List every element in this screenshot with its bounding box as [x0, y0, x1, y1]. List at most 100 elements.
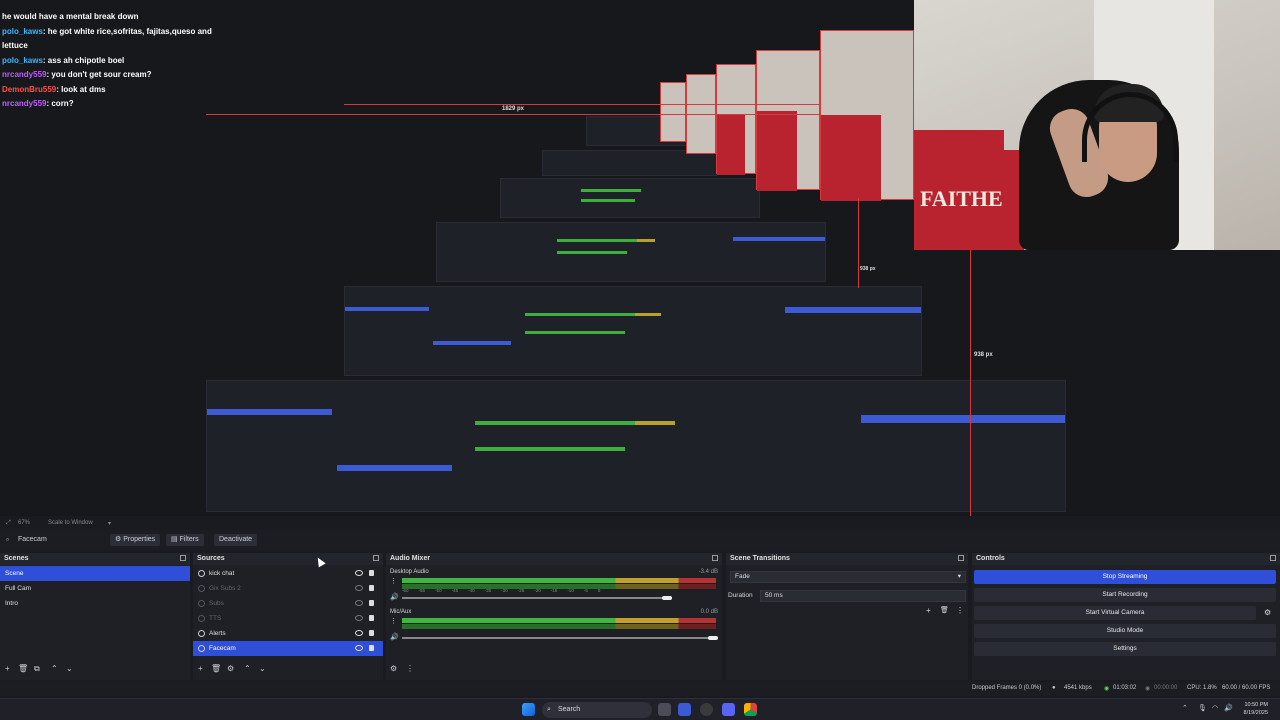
chevron-down-icon[interactable]: ▾	[108, 520, 111, 527]
zoom-mode[interactable]: Scale to Window	[48, 520, 93, 526]
trash-icon[interactable]: 🗑	[940, 606, 949, 614]
scene-item[interactable]: Intro	[0, 596, 190, 611]
source-label: Facecam	[209, 645, 236, 652]
tray-chevron-icon[interactable]: ⌃	[1182, 704, 1188, 712]
dock-popout-icon[interactable]	[958, 555, 964, 561]
kebab-menu-icon[interactable]: ⋮	[390, 577, 397, 585]
volume-slider[interactable]	[402, 637, 718, 639]
duration-input[interactable]: 50 ms	[760, 590, 966, 602]
stop-streaming-button[interactable]: Stop Streaming	[974, 570, 1276, 584]
windows-start-icon[interactable]	[522, 703, 535, 716]
move-down-icon[interactable]: ⌄	[66, 664, 73, 673]
wifi-icon[interactable]: ◠	[1212, 704, 1218, 712]
stream-time: 01:03:02	[1113, 685, 1137, 691]
source-item[interactable]: Gix Subs 2	[193, 581, 383, 596]
source-item[interactable]: TTS	[193, 611, 383, 626]
kebab-menu-icon[interactable]: ⋮	[406, 664, 414, 673]
taskbar-clock[interactable]: 10:50 PM 8/19/2025	[1244, 701, 1268, 717]
visibility-eye-icon[interactable]	[355, 600, 363, 606]
lock-icon[interactable]	[369, 645, 374, 651]
add-transition-icon[interactable]: +	[926, 606, 931, 615]
filter-icon[interactable]: ⧉	[34, 664, 40, 674]
zoom-icon[interactable]: ⤢	[6, 520, 11, 527]
lock-icon[interactable]	[369, 570, 374, 576]
trash-icon[interactable]: 🗑	[18, 664, 28, 673]
sources-header: Sources	[193, 553, 383, 565]
visibility-eye-icon[interactable]	[355, 630, 363, 636]
transition-type-select[interactable]: Fade ▾	[730, 571, 966, 583]
discord-icon[interactable]	[722, 703, 735, 716]
webcam-echo	[756, 50, 820, 191]
source-item[interactable]: Facecam	[193, 641, 383, 656]
visibility-eye-icon[interactable]	[355, 570, 363, 576]
volume-slider-knob[interactable]	[662, 596, 672, 600]
lock-icon[interactable]	[369, 600, 374, 606]
volume-meter	[402, 618, 716, 623]
scene-transitions-dock: Scene Transitions Fade ▾ Duration 50 ms +…	[726, 553, 968, 680]
duration-value: 50 ms	[765, 592, 783, 599]
kebab-menu-icon[interactable]: ⋮	[390, 617, 397, 625]
measure-line	[858, 198, 859, 288]
microphone-icon[interactable]: 🎙	[1198, 704, 1207, 712]
taskbar-search[interactable]: ⌕ Search	[542, 702, 652, 718]
obs-icon[interactable]	[700, 703, 713, 716]
sources-title: Sources	[197, 555, 225, 562]
status-bar: Dropped Frames 0 (0.0%) ● 4541 kbps ◉ 01…	[0, 682, 1280, 696]
zoom-value[interactable]: 67%	[18, 520, 30, 526]
volume-icon[interactable]: 🔊	[1224, 704, 1233, 712]
chrome-icon[interactable]	[744, 703, 757, 716]
move-down-icon[interactable]: ⌄	[259, 664, 266, 673]
start-recording-button[interactable]: Start Recording	[974, 588, 1276, 602]
task-view-icon[interactable]	[658, 703, 671, 716]
nested-preview-1	[206, 380, 1066, 512]
source-label: Alerts	[209, 630, 226, 637]
visibility-eye-icon[interactable]	[355, 585, 363, 591]
dock-popout-icon[interactable]	[180, 555, 186, 561]
gear-icon[interactable]: ⚙	[227, 664, 234, 673]
volume-slider-knob[interactable]	[708, 636, 718, 640]
move-up-icon[interactable]: ⌃	[244, 664, 251, 673]
filters-label: Filters	[179, 536, 199, 543]
studio-mode-button[interactable]: Studio Mode	[974, 624, 1276, 638]
filters-button[interactable]: ▤ Filters	[166, 534, 204, 546]
gear-icon[interactable]: ⚙	[1264, 606, 1271, 620]
speaker-icon[interactable]: 🔊	[390, 593, 399, 601]
lock-icon[interactable]	[369, 615, 374, 621]
app-icon[interactable]	[678, 703, 691, 716]
channel-db: -3.4 dB	[698, 569, 718, 575]
fps: 60.00 / 60.00 FPS	[1222, 685, 1271, 691]
source-label: kick chat	[209, 570, 235, 577]
start-virtual-camera-button[interactable]: Start Virtual Camera	[974, 606, 1256, 620]
settings-button[interactable]: Settings	[974, 642, 1276, 656]
transitions-header: Scene Transitions	[726, 553, 968, 565]
kebab-menu-icon[interactable]: ⋮	[956, 606, 964, 615]
speaker-icon[interactable]: 🔊	[390, 633, 399, 641]
nested-preview-3	[436, 222, 826, 282]
source-item[interactable]: Subs	[193, 596, 383, 611]
source-icon	[198, 615, 205, 622]
chat-user: DemonBru559	[2, 84, 57, 94]
scene-item[interactable]: Scene	[0, 566, 190, 581]
add-icon[interactable]: +	[5, 664, 10, 673]
visibility-eye-icon[interactable]	[355, 615, 363, 621]
volume-meter	[402, 624, 716, 629]
filter-icon: ▤	[171, 536, 178, 543]
dock-popout-icon[interactable]	[1270, 555, 1276, 561]
deactivate-button[interactable]: Deactivate	[214, 534, 258, 546]
visibility-eye-icon[interactable]	[355, 645, 363, 651]
trash-icon[interactable]: 🗑	[211, 664, 221, 673]
source-item[interactable]: Alerts	[193, 626, 383, 641]
dock-popout-icon[interactable]	[373, 555, 379, 561]
mixer-settings-icon[interactable]: ⚙	[390, 664, 397, 673]
source-item[interactable]: kick chat	[193, 566, 383, 581]
add-icon[interactable]: +	[198, 664, 203, 673]
chat-text: you don't get sour cream?	[51, 70, 152, 79]
move-up-icon[interactable]: ⌃	[51, 664, 58, 673]
properties-button[interactable]: ⚙ Properties	[110, 534, 161, 546]
dock-popout-icon[interactable]	[712, 555, 718, 561]
volume-slider[interactable]	[402, 597, 672, 599]
lock-icon[interactable]	[369, 585, 374, 591]
scene-item[interactable]: Full Cam	[0, 581, 190, 596]
zoom-row: ⤢ 67% Scale to Window ▾	[0, 517, 1280, 529]
lock-icon[interactable]	[369, 630, 374, 636]
